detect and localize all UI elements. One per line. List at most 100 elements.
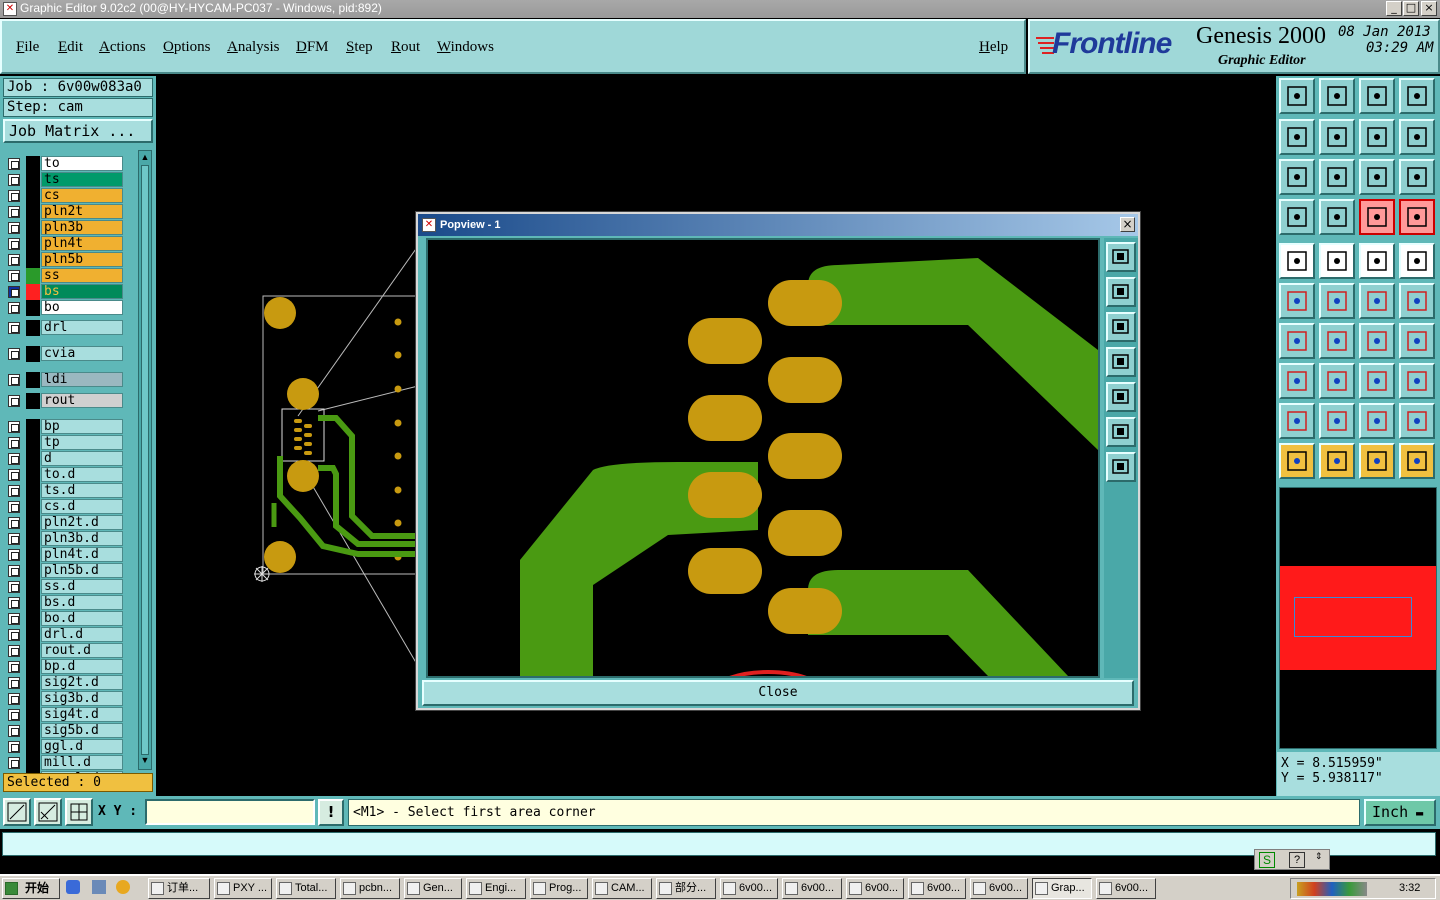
taskbar-task[interactable]: pcbn... (340, 878, 400, 899)
layer-checkbox[interactable] (8, 158, 20, 170)
layer-name[interactable]: d (41, 451, 123, 466)
layer-name[interactable]: sig3b.d (41, 691, 123, 706)
taskbar-task[interactable]: 6v00... (908, 878, 966, 899)
zoom-up-button[interactable] (1106, 277, 1136, 307)
scroll-down-icon[interactable]: ▼ (140, 755, 150, 767)
layer-name[interactable]: bo (41, 300, 123, 315)
taskbar-task[interactable]: 6v00... (846, 878, 904, 899)
text-button[interactable] (1399, 323, 1435, 359)
popview-close-icon[interactable]: × (1120, 217, 1135, 232)
layer-name[interactable]: pln2t (41, 204, 123, 219)
layer-row[interactable]: tp (4, 435, 136, 451)
layer-color-swatch[interactable] (26, 393, 40, 409)
pan-right-button[interactable] (1319, 119, 1355, 155)
scroll-up-icon[interactable]: ▲ (140, 152, 150, 164)
layer-checkbox[interactable] (8, 629, 20, 641)
layer-name[interactable]: pln3b.d (41, 531, 123, 546)
xy-input[interactable] (145, 799, 315, 825)
taskbar-task[interactable]: CAM... (592, 878, 652, 899)
taskbar-task[interactable]: Engi... (466, 878, 526, 899)
maximize-button[interactable]: □ (1403, 1, 1419, 16)
layer-name[interactable]: ldi (41, 372, 123, 387)
layer-row[interactable]: ss.d (4, 579, 136, 595)
warning-icon[interactable]: ! (318, 799, 344, 826)
menu-options[interactable]: Options (163, 39, 211, 56)
layer-row[interactable]: mill.d (4, 755, 136, 771)
layer-row[interactable]: sig5b.d (4, 723, 136, 739)
layer-checkbox[interactable] (8, 222, 20, 234)
layer-checkbox[interactable] (8, 174, 20, 186)
layer-color-swatch[interactable] (26, 346, 40, 362)
fit-board-button[interactable] (1279, 159, 1315, 195)
node-edit-button[interactable] (1399, 443, 1435, 479)
layer-checkbox[interactable] (8, 270, 20, 282)
layer-name[interactable]: cs (41, 188, 123, 203)
layer-name[interactable]: bs (41, 284, 123, 299)
layer-color-swatch[interactable] (26, 435, 40, 451)
layer-checkbox[interactable] (8, 348, 20, 360)
layer-name[interactable]: sig5b.d (41, 723, 123, 738)
home-button[interactable] (1359, 78, 1395, 114)
pan-right-button[interactable] (1106, 382, 1136, 412)
layer-checkbox[interactable] (8, 501, 20, 513)
slash-button[interactable] (1279, 323, 1315, 359)
layer-checkbox[interactable] (8, 395, 20, 407)
layer-color-swatch[interactable] (26, 252, 40, 268)
select-area-button[interactable] (1359, 443, 1395, 479)
layer-name[interactable]: pln3b (41, 220, 123, 235)
layer-checkbox[interactable] (8, 374, 20, 386)
zoom-home-button[interactable] (1279, 78, 1315, 114)
taskbar-task[interactable]: 6v00... (1096, 878, 1156, 899)
layer-color-swatch[interactable] (26, 739, 40, 755)
layer-row[interactable]: pln3b.d (4, 531, 136, 547)
quicklaunch-app-icon[interactable] (116, 880, 130, 894)
layer-row[interactable]: drl (4, 320, 136, 336)
layer-name[interactable]: ts.d (41, 483, 123, 498)
layer-name[interactable]: rout.d (41, 643, 123, 658)
layer-name[interactable]: rout (41, 393, 123, 408)
overview-viewport[interactable] (1294, 597, 1412, 637)
layer-name[interactable]: sig4t.d (41, 707, 123, 722)
surface-button[interactable] (1359, 403, 1395, 439)
zoom-down-button[interactable] (1106, 312, 1136, 342)
layer-row[interactable]: pln4t (4, 236, 136, 252)
layer-row[interactable]: sig3b.d (4, 691, 136, 707)
layer-name[interactable]: cvia (41, 346, 123, 361)
shape-button[interactable] (1399, 363, 1435, 399)
layer-row[interactable]: pln5b (4, 252, 136, 268)
layer-name[interactable]: bo.d (41, 611, 123, 626)
polygon-button[interactable] (1319, 403, 1355, 439)
layer-checkbox[interactable] (8, 190, 20, 202)
tools-button[interactable] (1279, 199, 1315, 235)
layer-row[interactable]: d (4, 451, 136, 467)
layer-checkbox[interactable] (8, 661, 20, 673)
measure-tool-button[interactable] (34, 798, 62, 826)
layer-name[interactable]: drl (41, 320, 123, 335)
layer-name[interactable]: bs.d (41, 595, 123, 610)
arc-button[interactable] (1359, 323, 1395, 359)
scroll-thumb[interactable] (141, 165, 149, 755)
layer-color-swatch[interactable] (26, 451, 40, 467)
layer-name[interactable]: tp (41, 435, 123, 450)
taskbar-task[interactable]: PXY ... (214, 878, 272, 899)
layer-color-swatch[interactable] (26, 236, 40, 252)
layer-row[interactable]: pln5b.d (4, 563, 136, 579)
layer-name[interactable]: mill.d (41, 755, 123, 770)
pad-button[interactable] (1399, 243, 1435, 279)
layer-color-swatch[interactable] (26, 531, 40, 547)
quicklaunch-desktop-icon[interactable] (92, 880, 106, 894)
ime-s-icon[interactable]: S (1259, 852, 1275, 868)
zoom-out-button[interactable] (1319, 78, 1355, 114)
layer-checkbox[interactable] (8, 206, 20, 218)
layer-row[interactable]: pln3b (4, 220, 136, 236)
layer-name[interactable]: pln5b.d (41, 563, 123, 578)
taskbar-task[interactable]: Prog... (530, 878, 588, 899)
layer-name[interactable]: cs.d (41, 499, 123, 514)
taskbar-task[interactable]: 6v00... (720, 878, 778, 899)
layer-color-swatch[interactable] (26, 723, 40, 739)
layer-color-swatch[interactable] (26, 643, 40, 659)
connect-button[interactable] (1279, 283, 1315, 319)
minimize-button[interactable]: _ (1386, 1, 1402, 16)
popview-zoom-area[interactable] (426, 238, 1100, 726)
layer-row[interactable]: bp (4, 419, 136, 435)
